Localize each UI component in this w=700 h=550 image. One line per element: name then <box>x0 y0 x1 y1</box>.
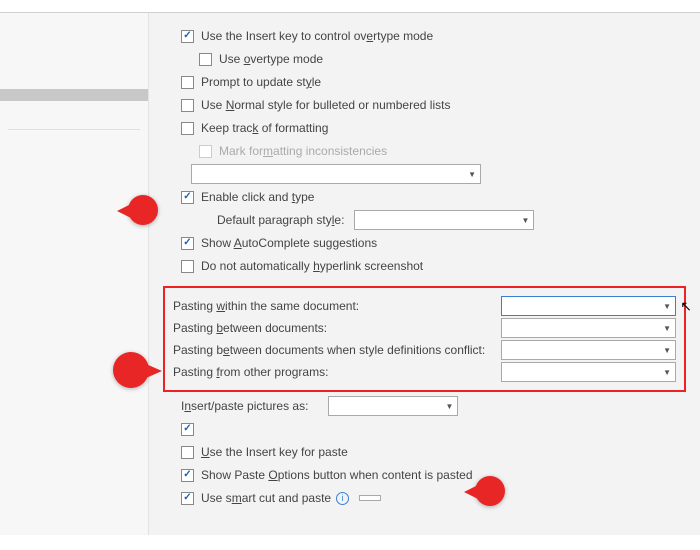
checkbox-enable-click-type[interactable] <box>181 191 194 204</box>
chevron-down-icon: ▼ <box>663 368 671 377</box>
dropdown-paste-between[interactable]: ▼ <box>501 318 676 338</box>
label-insert-paste-pictures: Insert/paste pictures as: <box>181 399 308 413</box>
label-paste-other: Pasting from other programs: <box>173 365 328 379</box>
checkbox-show-autocomplete[interactable] <box>181 237 194 250</box>
callout-2 <box>113 352 149 388</box>
sidebar-item-advanced[interactable] <box>0 89 148 101</box>
paste-options-highlight: ↖ Pasting within the same document: ▼ Pa… <box>163 286 686 392</box>
chevron-down-icon: ▼ <box>522 216 530 225</box>
label-default-paragraph: Default paragraph style: <box>217 213 344 227</box>
dialog-body: Use the Insert key to control overtype m… <box>0 13 700 535</box>
label-prompt-update: Prompt to update style <box>201 75 321 89</box>
chevron-down-icon: ▼ <box>663 302 671 311</box>
callout-1 <box>128 195 158 225</box>
cursor-icon: ↖ <box>680 298 692 315</box>
chevron-down-icon: ▼ <box>468 170 476 179</box>
checkbox-no-auto-hyperlink[interactable] <box>181 260 194 273</box>
checkbox-mark-inconsistencies <box>199 145 212 158</box>
dropdown-updating-style[interactable]: ▼ <box>191 164 481 184</box>
label-mark-inconsistencies: Mark formatting inconsistencies <box>219 144 387 158</box>
label-no-auto-hyperlink: Do not automatically hyperlink screensho… <box>201 259 423 273</box>
label-paste-within: Pasting within the same document: <box>173 299 359 313</box>
label-use-insert-key: Use the Insert key to control overtype m… <box>201 29 433 43</box>
sidebar-item-proofing[interactable] <box>0 41 148 53</box>
label-use-insert-paste: Use the Insert key for paste <box>201 445 348 459</box>
dropdown-paste-conflict[interactable]: ▼ <box>501 340 676 360</box>
dropdown-paste-within[interactable]: ▼ <box>501 296 676 316</box>
info-icon[interactable]: i <box>336 492 349 505</box>
sidebar-item-general[interactable] <box>0 17 148 29</box>
sidebar-item-language[interactable] <box>0 65 148 77</box>
sidebar-item-ease[interactable] <box>0 77 148 89</box>
sidebar-item-display[interactable] <box>0 29 148 41</box>
label-paste-conflict: Pasting between documents when style def… <box>173 343 485 357</box>
label-show-paste-options: Show Paste Options button when content i… <box>201 468 473 482</box>
label-use-normal: Use Normal style for bulleted or numbere… <box>201 98 450 112</box>
label-show-autocomplete: Show AutoComplete suggestions <box>201 236 377 250</box>
chevron-down-icon: ▼ <box>663 346 671 355</box>
checkbox-use-overtype[interactable] <box>199 53 212 66</box>
label-enable-click-type: Enable click and type <box>201 190 314 204</box>
label-keep-track: Keep track of formatting <box>201 121 328 135</box>
dialog-title <box>0 0 700 13</box>
checkbox-smart-cut-paste[interactable] <box>181 492 194 505</box>
checkbox-keep-bullets[interactable] <box>181 423 194 436</box>
chevron-down-icon: ▼ <box>446 402 454 411</box>
sidebar-item-save[interactable] <box>0 53 148 65</box>
checkbox-use-insert-paste[interactable] <box>181 446 194 459</box>
checkbox-show-paste-options[interactable] <box>181 469 194 482</box>
category-sidebar <box>0 13 149 535</box>
dropdown-paste-other[interactable]: ▼ <box>501 362 676 382</box>
sidebar-separator <box>8 129 140 130</box>
checkbox-use-insert-key[interactable] <box>181 30 194 43</box>
dropdown-default-paragraph[interactable]: ▼ <box>354 210 534 230</box>
label-use-overtype: Use overtype mode <box>219 52 323 66</box>
settings-button[interactable] <box>359 495 381 501</box>
label-smart-cut-paste: Use smart cut and paste <box>201 491 331 505</box>
checkbox-use-normal[interactable] <box>181 99 194 112</box>
sidebar-item-qat[interactable] <box>0 113 148 125</box>
dropdown-insert-paste-pictures[interactable]: ▼ <box>328 396 458 416</box>
options-content: Use the Insert key to control overtype m… <box>149 13 700 535</box>
chevron-down-icon: ▼ <box>663 324 671 333</box>
checkbox-prompt-update[interactable] <box>181 76 194 89</box>
sidebar-item-customize-ribbon[interactable] <box>0 101 148 113</box>
label-paste-between: Pasting between documents: <box>173 321 327 335</box>
sidebar-item-addins[interactable] <box>0 134 148 146</box>
sidebar-item-trust[interactable] <box>0 146 148 158</box>
checkbox-keep-track[interactable] <box>181 122 194 135</box>
callout-3 <box>475 476 505 506</box>
